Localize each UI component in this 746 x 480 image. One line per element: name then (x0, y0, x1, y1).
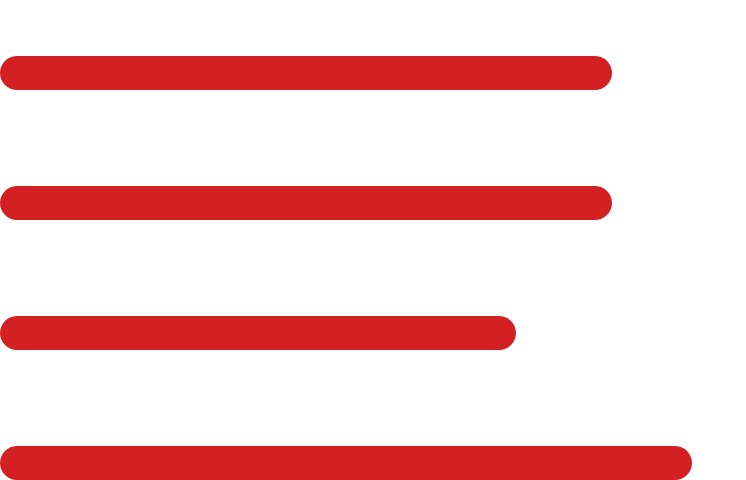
text-line-2 (0, 186, 612, 220)
text-line-3 (0, 316, 516, 350)
text-line-4 (0, 446, 692, 480)
align-left-text-lines-icon (0, 0, 746, 480)
align-left-icon-canvas (0, 0, 746, 480)
text-line-1 (0, 56, 612, 90)
